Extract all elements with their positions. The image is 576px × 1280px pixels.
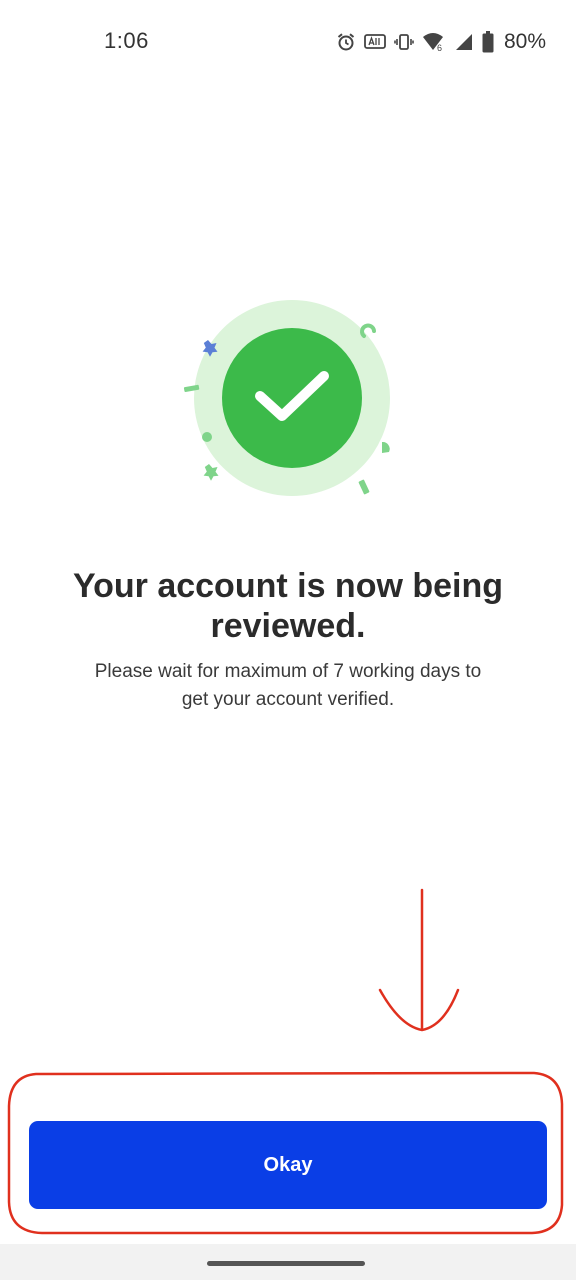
- vibrate-icon: [394, 32, 414, 52]
- battery-icon: [482, 31, 494, 53]
- status-time: 1:06: [104, 28, 149, 53]
- wifi-6-icon: 6: [422, 31, 446, 53]
- success-illustration: [180, 296, 400, 516]
- status-icons: 6 80%: [336, 28, 546, 56]
- confetti-half-circle: [382, 441, 390, 453]
- alarm-icon: [336, 32, 356, 52]
- confetti-bar-2: [358, 479, 370, 495]
- headline: Your account is now being reviewed.: [72, 567, 504, 645]
- navigation-bar: [0, 1244, 576, 1280]
- home-indicator[interactable]: [207, 1261, 365, 1266]
- auto-brightness-icon: [364, 32, 386, 52]
- annotation-arrow: [378, 888, 460, 1032]
- confetti-dot: [202, 432, 212, 442]
- confetti-star-green: [203, 464, 219, 481]
- confetti-arc: [360, 323, 376, 338]
- status-bar: 1:06 6 80%: [0, 0, 576, 84]
- body-text: Please wait for maximum of 7 working day…: [94, 661, 482, 710]
- okay-button[interactable]: Okay: [29, 1121, 547, 1209]
- svg-text:6: 6: [437, 43, 442, 53]
- cell-signal-icon: [454, 32, 474, 52]
- battery-percent: 80%: [503, 30, 546, 53]
